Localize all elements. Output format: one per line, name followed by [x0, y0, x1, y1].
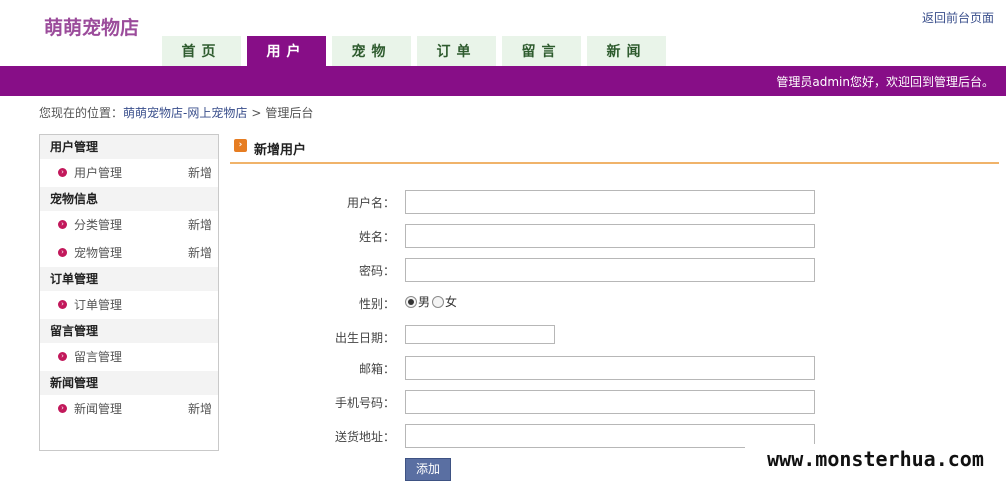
gender-label: 性别： — [358, 297, 395, 311]
birthday-label: 出生日期： — [334, 331, 395, 345]
arrow-bullet-icon: › — [58, 352, 67, 361]
sidebar-item-label: 分类管理 — [74, 218, 123, 232]
form-row-username: 用户名： — [300, 190, 820, 214]
name-input[interactable] — [405, 224, 815, 248]
email-input[interactable] — [405, 356, 815, 380]
sidebar-group-news: 新闻管理 — [40, 371, 218, 395]
arrow-bullet-icon: › — [58, 220, 67, 229]
panel-header: › 新增用户 — [230, 136, 999, 164]
sidebar-item-label: 订单管理 — [74, 298, 123, 312]
add-pet-link[interactable]: 新增 — [188, 239, 212, 267]
phone-input[interactable] — [405, 390, 815, 414]
breadcrumb-home-link[interactable]: 萌萌宠物店-网上宠物店 — [123, 106, 247, 120]
sidebar-item-label: 留言管理 — [74, 350, 123, 364]
sidebar-group-pets: 宠物信息 — [40, 187, 218, 211]
welcome-text: 管理员admin您好，欢迎回到管理后台。 — [776, 75, 994, 89]
sidebar-item-label: 宠物管理 — [74, 246, 123, 260]
top-bar: 管理员admin您好，欢迎回到管理后台。 — [0, 66, 1006, 96]
form-row-address: 送货地址： — [300, 424, 820, 448]
arrow-bullet-icon: › — [58, 404, 67, 413]
panel-arrow-icon: › — [234, 139, 247, 152]
address-label: 送货地址： — [334, 430, 395, 444]
password-label: 密码： — [358, 264, 395, 278]
form-row-gender: 性别： 男 女 — [300, 291, 820, 315]
phone-label: 手机号码： — [334, 396, 395, 410]
form-row-birthday: 出生日期： — [300, 325, 820, 349]
gender-male-radio[interactable] — [405, 295, 417, 308]
add-news-link[interactable]: 新增 — [188, 395, 212, 423]
sidebar-group-orders: 订单管理 — [40, 267, 218, 291]
gender-radio-group: 男 女 — [405, 293, 457, 310]
birthday-input[interactable] — [405, 325, 555, 344]
username-label: 用户名： — [346, 196, 395, 210]
nav-tab-users[interactable]: 用户 — [247, 36, 326, 66]
arrow-bullet-icon: › — [58, 168, 67, 177]
add-button[interactable]: 添加 — [405, 458, 451, 481]
main-nav: 首页 用户 宠物 订单 留言 新闻 — [162, 36, 672, 66]
password-input[interactable] — [405, 258, 815, 282]
sidebar-item-label: 用户管理 — [74, 166, 123, 180]
arrow-bullet-icon: › — [58, 300, 67, 309]
nav-tab-messages[interactable]: 留言 — [502, 36, 581, 66]
panel-title: 新增用户 — [254, 143, 307, 158]
gender-female-label[interactable]: 女 — [445, 293, 457, 310]
sidebar-group-messages: 留言管理 — [40, 319, 218, 343]
breadcrumb-separator: > — [251, 106, 262, 120]
breadcrumb-current: 管理后台 — [265, 106, 314, 120]
nav-tab-pets[interactable]: 宠物 — [332, 36, 411, 66]
sidebar-item-category-manage[interactable]: › 分类管理 新增 — [40, 211, 218, 239]
form-row-email: 邮箱： — [300, 356, 820, 380]
breadcrumb-prefix: 您现在的位置： — [39, 106, 124, 120]
sidebar-item-user-manage[interactable]: › 用户管理 新增 — [40, 159, 218, 187]
add-category-link[interactable]: 新增 — [188, 211, 212, 239]
site-logo[interactable]: 萌萌宠物店 — [44, 13, 139, 40]
form-row-phone: 手机号码： — [300, 390, 820, 414]
sidebar-item-label: 新闻管理 — [74, 402, 123, 416]
breadcrumb: 您现在的位置：萌萌宠物店-网上宠物店 > 管理后台 — [39, 104, 313, 121]
add-user-link[interactable]: 新增 — [188, 159, 212, 187]
sidebar-item-pet-manage[interactable]: › 宠物管理 新增 — [40, 239, 218, 267]
form-row-password: 密码： — [300, 258, 820, 282]
sidebar-item-news-manage[interactable]: › 新闻管理 新增 — [40, 395, 218, 423]
gender-female-radio[interactable] — [432, 295, 445, 308]
front-page-link[interactable]: 返回前台页面 — [922, 9, 994, 26]
nav-tab-orders[interactable]: 订单 — [417, 36, 496, 66]
sidebar-group-users: 用户管理 — [40, 135, 218, 159]
username-input[interactable] — [405, 190, 815, 214]
nav-tab-home[interactable]: 首页 — [162, 36, 241, 66]
arrow-bullet-icon: › — [58, 248, 67, 257]
sidebar-item-order-manage[interactable]: › 订单管理 — [40, 291, 218, 319]
sidebar: 用户管理 › 用户管理 新增 宠物信息 › 分类管理 新增 › 宠物管理 新增 … — [39, 134, 219, 451]
watermark-text: www.monsterhua.com — [745, 444, 1006, 475]
name-label: 姓名： — [358, 230, 395, 244]
nav-tab-news[interactable]: 新闻 — [587, 36, 666, 66]
gender-male-label[interactable]: 男 — [418, 293, 430, 310]
sidebar-item-message-manage[interactable]: › 留言管理 — [40, 343, 218, 371]
form-row-name: 姓名： — [300, 224, 820, 248]
email-label: 邮箱： — [358, 362, 395, 376]
